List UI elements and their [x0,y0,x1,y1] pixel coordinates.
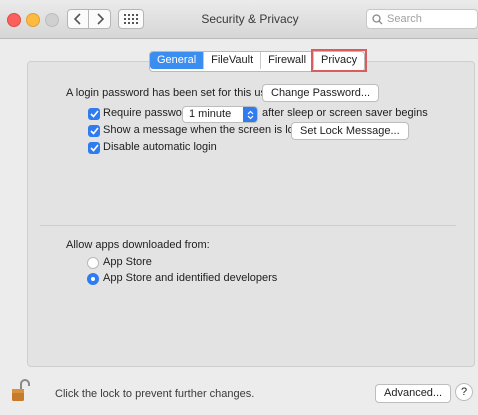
delay-select-value: 1 minute [189,108,232,120]
lock-status-text: Click the lock to prevent further change… [55,388,255,400]
show-message-label: Show a message when the screen is locked [103,124,318,136]
updown-chevron-icon [243,107,257,122]
forward-button[interactable] [89,9,111,29]
change-password-button[interactable]: Change Password... [262,84,380,102]
section-divider [40,225,456,226]
disable-auto-login-checkbox[interactable] [88,142,100,154]
require-password-delay-select[interactable]: 1 minute [182,106,258,123]
help-button[interactable]: ? [455,383,473,401]
show-all-button[interactable] [118,9,144,29]
tab-privacy[interactable]: Privacy [311,49,368,72]
disable-auto-login-label: Disable automatic login [103,141,217,153]
require-password-label: Require password [103,107,192,119]
tab-bar: General FileVault Firewall Privacy [149,49,368,72]
require-password-checkbox[interactable] [88,108,100,120]
search-placeholder: Search [387,13,422,25]
security-privacy-window: Security & Privacy Search General FileVa… [0,0,478,415]
set-lock-message-button[interactable]: Set Lock Message... [291,122,409,140]
chevron-left-icon [74,13,81,25]
chevron-right-icon [96,13,104,25]
checkmark-icon [89,127,99,135]
back-button[interactable] [67,9,89,29]
show-message-checkbox[interactable] [88,125,100,137]
checkmark-icon [89,144,99,152]
checkmark-icon [89,110,99,118]
tab-filevault[interactable]: FileVault [204,52,262,69]
tab-general[interactable]: General [150,52,205,69]
radio-app-store-label: App Store [103,256,152,268]
tab-firewall[interactable]: Firewall [261,52,315,69]
window-title: Security & Privacy [201,12,299,26]
require-password-suffix: after sleep or screen saver begins [262,107,428,119]
advanced-button[interactable]: Advanced... [375,384,452,403]
search-field[interactable]: Search [366,9,478,29]
title-bar: Security & Privacy Search [0,0,478,39]
search-icon [372,13,383,24]
radio-app-store[interactable] [87,257,99,269]
minimize-window-button[interactable] [26,13,40,27]
radio-app-store-identified[interactable] [87,273,99,285]
close-window-button[interactable] [7,13,21,27]
grid-icon [124,14,138,24]
lock-icon[interactable] [11,378,31,405]
allow-apps-label: Allow apps downloaded from: [66,239,210,251]
zoom-window-button[interactable] [45,13,59,27]
login-password-text: A login password has been set for this u… [66,87,276,99]
radio-app-store-identified-label: App Store and identified developers [103,272,278,284]
